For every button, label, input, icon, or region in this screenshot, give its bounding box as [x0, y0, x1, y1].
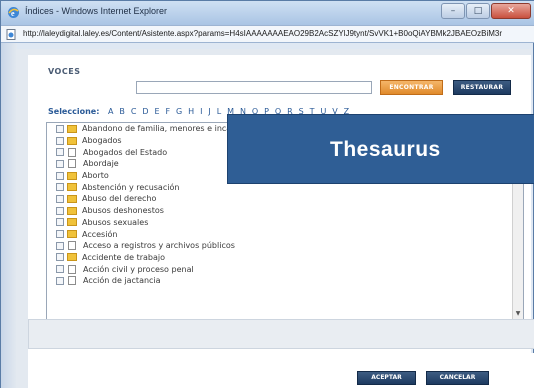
- browser-window: e Índices - Windows Internet Explorer – …: [0, 0, 534, 388]
- folder-icon: [67, 136, 77, 145]
- folder-icon: [67, 253, 77, 262]
- document-icon: [68, 147, 76, 157]
- folder-icon: [67, 171, 77, 180]
- checkbox[interactable]: [56, 171, 64, 180]
- restaurar-button[interactable]: RESTAURAR: [453, 80, 511, 95]
- title-bar[interactable]: e Índices - Windows Internet Explorer – …: [1, 1, 534, 25]
- page-icon: [6, 29, 16, 40]
- scroll-down-arrow-icon[interactable]: ▼: [513, 309, 523, 319]
- voces-search-input[interactable]: [136, 81, 372, 94]
- list-item[interactable]: Accidente de trabajo: [47, 252, 523, 264]
- checkbox[interactable]: [56, 206, 64, 215]
- encontrar-button[interactable]: ENCONTRAR: [380, 80, 443, 95]
- seleccione-label: Seleccione:: [48, 107, 100, 116]
- address-bar[interactable]: http://laleydigital.laley.es/Content/Asi…: [1, 25, 534, 43]
- checkbox[interactable]: [56, 241, 64, 250]
- list-item-label: Acción de jactancia: [83, 276, 161, 286]
- aceptar-button[interactable]: ACEPTAR: [357, 371, 416, 385]
- folder-icon: [67, 206, 77, 215]
- minimize-button[interactable]: –: [441, 3, 465, 19]
- cancelar-button[interactable]: CANCELAR: [426, 371, 489, 385]
- list-item[interactable]: Acción civil y proceso penal: [47, 263, 523, 275]
- letter-link-b[interactable]: B: [119, 107, 125, 116]
- document-icon: [68, 264, 76, 274]
- list-item[interactable]: Abusos deshonestos: [47, 205, 523, 217]
- letter-link-f[interactable]: F: [165, 107, 170, 116]
- checkbox[interactable]: [56, 265, 64, 274]
- close-button[interactable]: ✕: [491, 3, 531, 19]
- url-text: http://laleydigital.laley.es/Content/Asi…: [23, 29, 503, 38]
- document-icon: [68, 276, 76, 286]
- selection-panel: [28, 319, 534, 349]
- letter-link-d[interactable]: D: [142, 107, 148, 116]
- checkbox[interactable]: [56, 124, 64, 133]
- list-item[interactable]: Accesión: [47, 228, 523, 240]
- folder-icon: [67, 124, 77, 133]
- list-item[interactable]: Abuso del derecho: [47, 193, 523, 205]
- list-item-label: Abstención y recusación: [82, 182, 180, 192]
- checkbox[interactable]: [56, 148, 64, 157]
- folder-icon: [67, 230, 77, 239]
- list-item[interactable]: Acceso a registros y archivos públicos: [47, 240, 523, 252]
- letter-link-h[interactable]: H: [188, 107, 194, 116]
- thesaurus-banner: Thesaurus: [227, 114, 534, 184]
- list-item-label: Acción civil y proceso penal: [83, 264, 194, 274]
- letter-link-j[interactable]: J: [208, 107, 210, 116]
- checkbox[interactable]: [56, 159, 64, 168]
- document-icon: [68, 241, 76, 251]
- folder-icon: [67, 194, 77, 203]
- document-icon: [68, 159, 76, 169]
- checkbox[interactable]: [56, 230, 64, 239]
- list-item[interactable]: Acción de jactancia: [47, 275, 523, 287]
- letter-link-e[interactable]: E: [154, 107, 159, 116]
- checkbox[interactable]: [56, 183, 64, 192]
- voces-panel: VOCES ENCONTRAR RESTAURAR Seleccione: A …: [28, 55, 531, 361]
- internet-explorer-icon: e: [8, 7, 19, 18]
- list-item-label: Acceso a registros y archivos públicos: [83, 241, 235, 251]
- window-title: Índices - Windows Internet Explorer: [25, 6, 168, 16]
- list-item-label: Abogados del Estado: [83, 147, 168, 157]
- checkbox[interactable]: [56, 136, 64, 145]
- letter-link-l[interactable]: L: [217, 107, 221, 116]
- letter-link-a[interactable]: A: [108, 107, 113, 116]
- list-item-label: Abuso del derecho: [82, 194, 157, 204]
- checkbox[interactable]: [56, 218, 64, 227]
- maximize-button[interactable]: □: [466, 3, 490, 19]
- list-item-label: Abogados: [82, 136, 122, 146]
- letter-link-g[interactable]: G: [176, 107, 182, 116]
- voces-label: VOCES: [48, 67, 81, 76]
- list-item-label: Accesión: [82, 229, 118, 239]
- letter-link-c[interactable]: C: [131, 107, 137, 116]
- window-left-edge: [1, 43, 17, 388]
- list-item-label: Abordaje: [83, 159, 119, 169]
- svg-text:e: e: [11, 9, 15, 18]
- checkbox[interactable]: [56, 194, 64, 203]
- list-item-label: Abusos deshonestos: [82, 206, 164, 216]
- list-item-label: Accidente de trabajo: [82, 252, 165, 262]
- list-item-label: Abusos sexuales: [82, 217, 149, 227]
- window-controls: – □ ✕: [441, 3, 531, 21]
- list-item[interactable]: Abusos sexuales: [47, 217, 523, 229]
- checkbox[interactable]: [56, 276, 64, 285]
- letter-link-i[interactable]: I: [200, 107, 202, 116]
- list-item-label: Aborto: [82, 171, 109, 181]
- checkbox[interactable]: [56, 253, 64, 262]
- folder-icon: [67, 183, 77, 192]
- folder-icon: [67, 218, 77, 227]
